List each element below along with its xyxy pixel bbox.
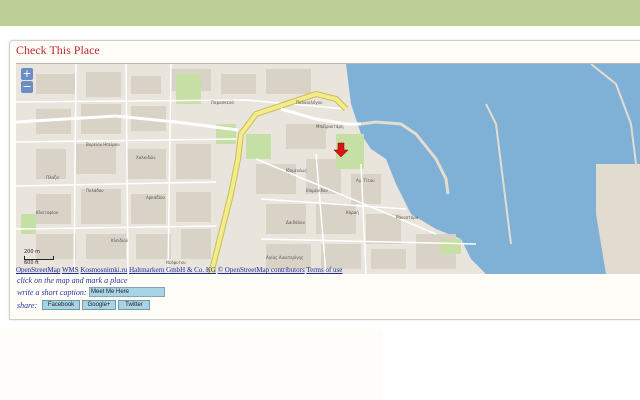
share-label: share: bbox=[17, 301, 38, 310]
twitter-share-button[interactable]: Twitter bbox=[118, 300, 150, 310]
attrib-kosmos-link[interactable]: Kosmosnimki.ru bbox=[80, 266, 127, 274]
top-banner bbox=[0, 0, 640, 26]
svg-text:Κλειτοφίου: Κλειτοφίου bbox=[36, 210, 59, 215]
svg-text:Νεόφυτου: Νεόφυτου bbox=[166, 260, 186, 265]
main-panel: Check This Place Παρασκευά Παλαιολόγου Β… bbox=[9, 40, 640, 320]
zoom-in-button[interactable]: + bbox=[21, 68, 33, 80]
scale-meters: 200 m bbox=[24, 249, 41, 255]
attrib-terms-link[interactable]: Terms of use bbox=[306, 266, 342, 274]
caption-label: write a short caption: bbox=[17, 288, 87, 297]
svg-text:Ιδομενέως: Ιδομενέως bbox=[286, 168, 307, 173]
attrib-wms-link[interactable]: WMS bbox=[62, 266, 79, 274]
svg-text:Παλαιολόγου: Παλαιολόγου bbox=[296, 100, 323, 105]
svg-text:Αγ. Τίτου: Αγ. Τίτου bbox=[356, 178, 375, 183]
svg-text:Κλειδιού: Κλειδιού bbox=[111, 238, 129, 243]
svg-text:Επιμενίδου: Επιμενίδου bbox=[306, 188, 328, 193]
map-scale: 200 m 600 ft bbox=[24, 249, 54, 266]
map-attribution: OpenStreetMap WMS Kosmosnimki.ru Haltmar… bbox=[16, 266, 342, 274]
attrib-contrib-link[interactable]: © OpenStreetMap contributors bbox=[218, 266, 305, 274]
map-tiles[interactable]: Παρασκευά Παλαιολόγου Βορείου Ηπείρου Πλαζ… bbox=[16, 64, 640, 274]
map-view[interactable]: Παρασκευά Παλαιολόγου Βορείου Ηπείρου Πλαζ… bbox=[16, 63, 640, 274]
svg-text:Πυλάδου: Πυλάδου bbox=[86, 188, 104, 193]
caption-input[interactable]: Meet Me Here bbox=[89, 287, 165, 297]
svg-text:Κοραή: Κοραή bbox=[346, 210, 359, 215]
svg-text:Παρασκευά: Παρασκευά bbox=[211, 100, 234, 105]
svg-text:Αγίας Αικατερίνης: Αγίας Αικατερίνης bbox=[266, 255, 303, 260]
svg-text:Χαλκιδών: Χαλκιδών bbox=[136, 155, 156, 160]
googleplus-share-button[interactable]: Google+ bbox=[82, 300, 116, 310]
page-title: Check This Place bbox=[16, 43, 100, 57]
zoom-out-button[interactable]: − bbox=[21, 81, 33, 93]
facebook-share-button[interactable]: Facebook bbox=[42, 300, 80, 310]
attrib-haltmarkern-link[interactable]: Haltmarkern GmbH & Co. KG bbox=[129, 266, 216, 274]
svg-text:Αρκαδίου: Αρκαδίου bbox=[146, 195, 166, 200]
mark-instruction: click on the map and mark a place bbox=[17, 276, 128, 285]
svg-text:Μπαϊρακτάρη: Μπαϊρακτάρη bbox=[316, 124, 344, 129]
svg-text:Βορείου Ηπείρου: Βορείου Ηπείρου bbox=[86, 142, 120, 147]
svg-text:Ρακοστόρα: Ρακοστόρα bbox=[396, 215, 419, 220]
svg-text:Πλαζα: Πλαζα bbox=[46, 175, 59, 180]
empty-content-area bbox=[0, 330, 382, 400]
svg-text:Δαιδάλου: Δαιδάλου bbox=[286, 220, 306, 225]
attrib-osm-link[interactable]: OpenStreetMap bbox=[16, 266, 60, 274]
